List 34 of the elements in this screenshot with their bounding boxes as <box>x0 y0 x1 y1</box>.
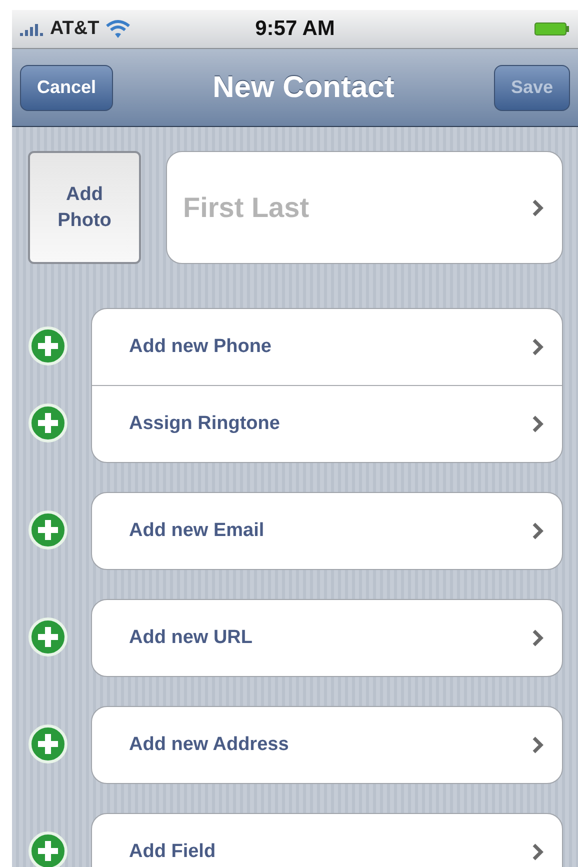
status-time: 9:57 AM <box>255 17 335 41</box>
add-field-row[interactable]: Add Field <box>92 814 562 867</box>
add-icon[interactable] <box>28 831 68 867</box>
screen-title: New Contact <box>212 70 394 104</box>
add-field-row[interactable]: Add new URL <box>92 600 562 676</box>
signal-icon <box>20 22 44 36</box>
chevron-icon <box>532 522 544 540</box>
add-icon[interactable] <box>28 326 68 366</box>
name-placeholder: First Last <box>183 192 310 224</box>
wifi-icon <box>105 19 132 39</box>
chevron-icon <box>532 415 544 433</box>
row-label: Add new URL <box>129 627 252 649</box>
chevron-icon <box>532 736 544 754</box>
chevron-icon <box>532 629 544 647</box>
chevron-icon <box>532 198 544 216</box>
add-icon[interactable] <box>28 617 68 657</box>
add-photo-button[interactable]: Add Photo <box>28 151 141 264</box>
row-label: Add new Phone <box>129 336 272 358</box>
row-label: Assign Ringtone <box>129 413 280 435</box>
add-icon[interactable] <box>28 510 68 550</box>
add-icon[interactable] <box>28 403 68 443</box>
chevron-icon <box>532 843 544 861</box>
row-label: Add new Email <box>129 520 264 542</box>
add-field-row[interactable]: Assign Ringtone <box>92 385 562 462</box>
add-icon[interactable] <box>28 724 68 764</box>
chevron-icon <box>532 338 544 356</box>
carrier-name: AT&T <box>50 18 100 40</box>
battery-icon <box>534 21 570 37</box>
add-field-row[interactable]: Add new Email <box>92 493 562 569</box>
row-label: Add new Address <box>129 734 289 756</box>
row-label: Add Field <box>129 841 216 863</box>
add-field-row[interactable]: Add new Phone <box>92 309 562 385</box>
cancel-button[interactable]: Cancel <box>20 64 114 110</box>
add-field-row[interactable]: Add new Address <box>92 707 562 783</box>
